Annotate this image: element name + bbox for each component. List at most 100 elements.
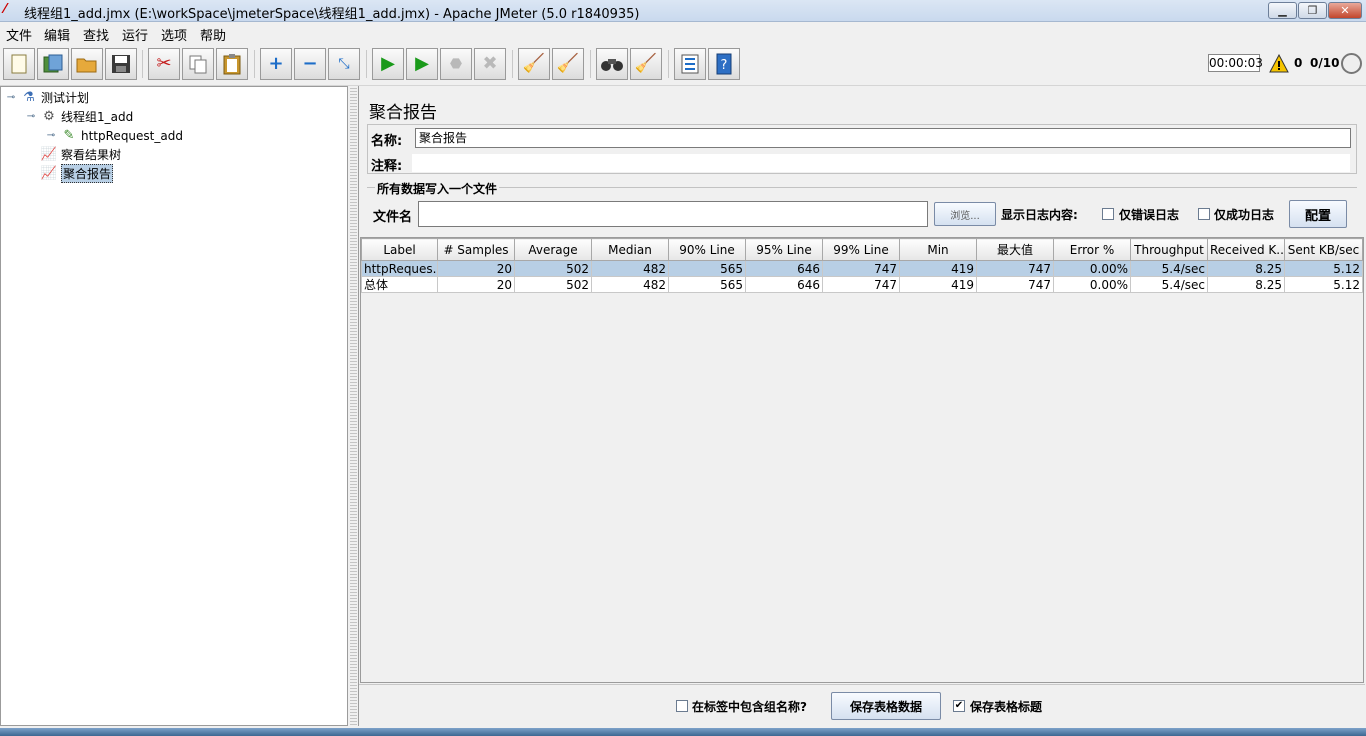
column-header[interactable]: 95% Line	[745, 238, 823, 261]
include-group-checkbox[interactable]	[676, 700, 688, 712]
comment-field[interactable]	[411, 153, 1351, 173]
save-table-header-checkbox[interactable]: ✔	[953, 700, 965, 712]
toolbar-separator	[366, 50, 367, 78]
table-cell: 502	[514, 260, 592, 277]
file-name-input[interactable]	[418, 201, 928, 227]
title-bar: ⁄ 线程组1_add.jmx (E:\workSpace\jmeterSpace…	[0, 0, 1366, 22]
tree-label-selected: 聚合报告	[61, 164, 114, 183]
menu-edit[interactable]: 编辑	[44, 25, 70, 44]
cut-icon[interactable]: ✂	[148, 48, 180, 80]
bottom-bar: 在标签中包含组名称? 保存表格数据 ✔ 保存表格标题	[359, 684, 1365, 726]
errors-only-label: 仅错误日志	[1119, 208, 1180, 222]
tree-handle-icon[interactable]: ⊸	[5, 90, 17, 106]
column-header[interactable]: Min	[899, 238, 977, 261]
maximize-button[interactable]: ❐	[1298, 2, 1327, 19]
os-taskbar	[0, 728, 1366, 736]
start-no-pause-icon[interactable]: ▶	[406, 48, 438, 80]
warning-icon[interactable]	[1269, 53, 1289, 74]
split-pane-divider[interactable]	[350, 86, 357, 726]
column-header[interactable]: Average	[514, 238, 592, 261]
column-header[interactable]: 99% Line	[822, 238, 900, 261]
column-header[interactable]: 最大值	[976, 238, 1054, 261]
tree-handle-icon[interactable]: ⊸	[25, 109, 37, 125]
close-button[interactable]: ✕	[1328, 2, 1362, 19]
tree-handle-icon[interactable]: ⊸	[45, 128, 57, 144]
name-field[interactable]: 聚合报告	[415, 128, 1351, 148]
name-label: 名称:	[371, 134, 403, 149]
table-cell: 747	[822, 276, 900, 293]
name-comment-box: 名称: 聚合报告 注释:	[367, 124, 1357, 174]
test-plan-icon: ⚗	[23, 90, 35, 105]
menu-search[interactable]: 查找	[83, 25, 109, 44]
copy-icon[interactable]	[182, 48, 214, 80]
table-cell: 419	[899, 260, 977, 277]
column-header[interactable]: # Samples	[437, 238, 515, 261]
table-cell: 646	[745, 260, 823, 277]
column-header[interactable]: Throughput	[1130, 238, 1208, 261]
clear-icon[interactable]: 🧹	[518, 48, 550, 80]
search-icon[interactable]	[596, 48, 628, 80]
svg-text:?: ?	[721, 58, 728, 73]
collapse-icon[interactable]: −	[294, 48, 326, 80]
tree-label: 察看结果树	[61, 148, 122, 162]
new-icon[interactable]	[3, 48, 35, 80]
tree-node-test-plan[interactable]: ⊸ ⚗ 测试计划	[5, 88, 89, 107]
start-icon[interactable]: ▶	[372, 48, 404, 80]
save-icon[interactable]	[105, 48, 137, 80]
column-header[interactable]: Error %	[1053, 238, 1131, 261]
column-header[interactable]: Median	[591, 238, 669, 261]
table-cell: 646	[745, 276, 823, 293]
tree-node-aggregate-report[interactable]: 📈 聚合报告	[41, 164, 114, 183]
menu-run[interactable]: 运行	[122, 25, 148, 44]
toolbar-separator	[668, 50, 669, 78]
toggle-icon[interactable]: ⤡	[328, 48, 360, 80]
function-helper-icon[interactable]	[674, 48, 706, 80]
save-table-header-label: 保存表格标题	[970, 700, 1043, 714]
active-threads: 0/10	[1310, 56, 1340, 70]
results-table-area[interactable]: Label # Samples Average Median 90% Line …	[360, 237, 1364, 683]
reset-search-icon[interactable]: 🧹	[630, 48, 662, 80]
test-plan-tree: ⊸ ⚗ 测试计划 ⊸ ⚙ 线程组1_add ⊸ ✎ httpRequest_ad…	[0, 86, 348, 726]
column-header[interactable]: Label	[361, 238, 438, 261]
jmeter-feather-icon: ⁄	[4, 2, 7, 17]
errors-only-checkbox[interactable]	[1102, 208, 1114, 220]
stop-icon[interactable]: ⬣	[440, 48, 472, 80]
toolbar-separator	[512, 50, 513, 78]
comment-label: 注释:	[371, 159, 403, 174]
panel-title: 聚合报告	[369, 103, 437, 123]
minimize-button[interactable]: ▁	[1268, 2, 1297, 19]
templates-icon[interactable]	[37, 48, 69, 80]
column-header[interactable]: Sent KB/sec	[1284, 238, 1363, 261]
toolbar-separator	[142, 50, 143, 78]
shutdown-icon[interactable]: ✖	[474, 48, 506, 80]
table-cell: httpReques...	[361, 260, 438, 277]
table-cell: 747	[976, 260, 1054, 277]
menu-options[interactable]: 选项	[161, 25, 187, 44]
column-header[interactable]: Received K...	[1207, 238, 1285, 261]
aggregate-report-panel: 聚合报告 名称: 聚合报告 注释: 所有数据写入一个文件 文件名 浏览... 显…	[358, 86, 1366, 726]
results-table: Label # Samples Average Median 90% Line …	[361, 238, 1363, 293]
menu-help[interactable]: 帮助	[200, 25, 226, 44]
elapsed-timer: 00:00:03	[1208, 54, 1263, 72]
tree-label: 线程组1_add	[61, 110, 134, 124]
menu-file[interactable]: 文件	[6, 25, 32, 44]
help-icon[interactable]: ?	[708, 48, 740, 80]
clear-all-icon[interactable]: 🧹	[552, 48, 584, 80]
tree-node-view-results-tree[interactable]: 📈 察看结果树	[41, 145, 121, 164]
file-name-label: 文件名	[373, 210, 413, 225]
tree-node-thread-group[interactable]: ⊸ ⚙ 线程组1_add	[25, 107, 133, 126]
table-row[interactable]: 总体 20 502 482 565 646 747 419 747 0.00% …	[361, 276, 1363, 293]
paste-icon[interactable]	[216, 48, 248, 80]
table-cell: 502	[514, 276, 592, 293]
success-only-checkbox[interactable]	[1198, 208, 1210, 220]
save-table-data-button[interactable]: 保存表格数据	[831, 692, 941, 720]
tree-node-sampler[interactable]: ⊸ ✎ httpRequest_add	[45, 126, 183, 145]
expand-icon[interactable]: +	[260, 48, 292, 80]
configure-button[interactable]: 配置	[1289, 200, 1347, 228]
browse-button[interactable]: 浏览...	[934, 202, 996, 226]
success-only-label: 仅成功日志	[1214, 208, 1275, 222]
table-row[interactable]: httpReques... 20 502 482 565 646 747 419…	[361, 260, 1363, 277]
open-icon[interactable]	[71, 48, 103, 80]
file-section-title: 所有数据写入一个文件	[375, 180, 500, 197]
column-header[interactable]: 90% Line	[668, 238, 746, 261]
